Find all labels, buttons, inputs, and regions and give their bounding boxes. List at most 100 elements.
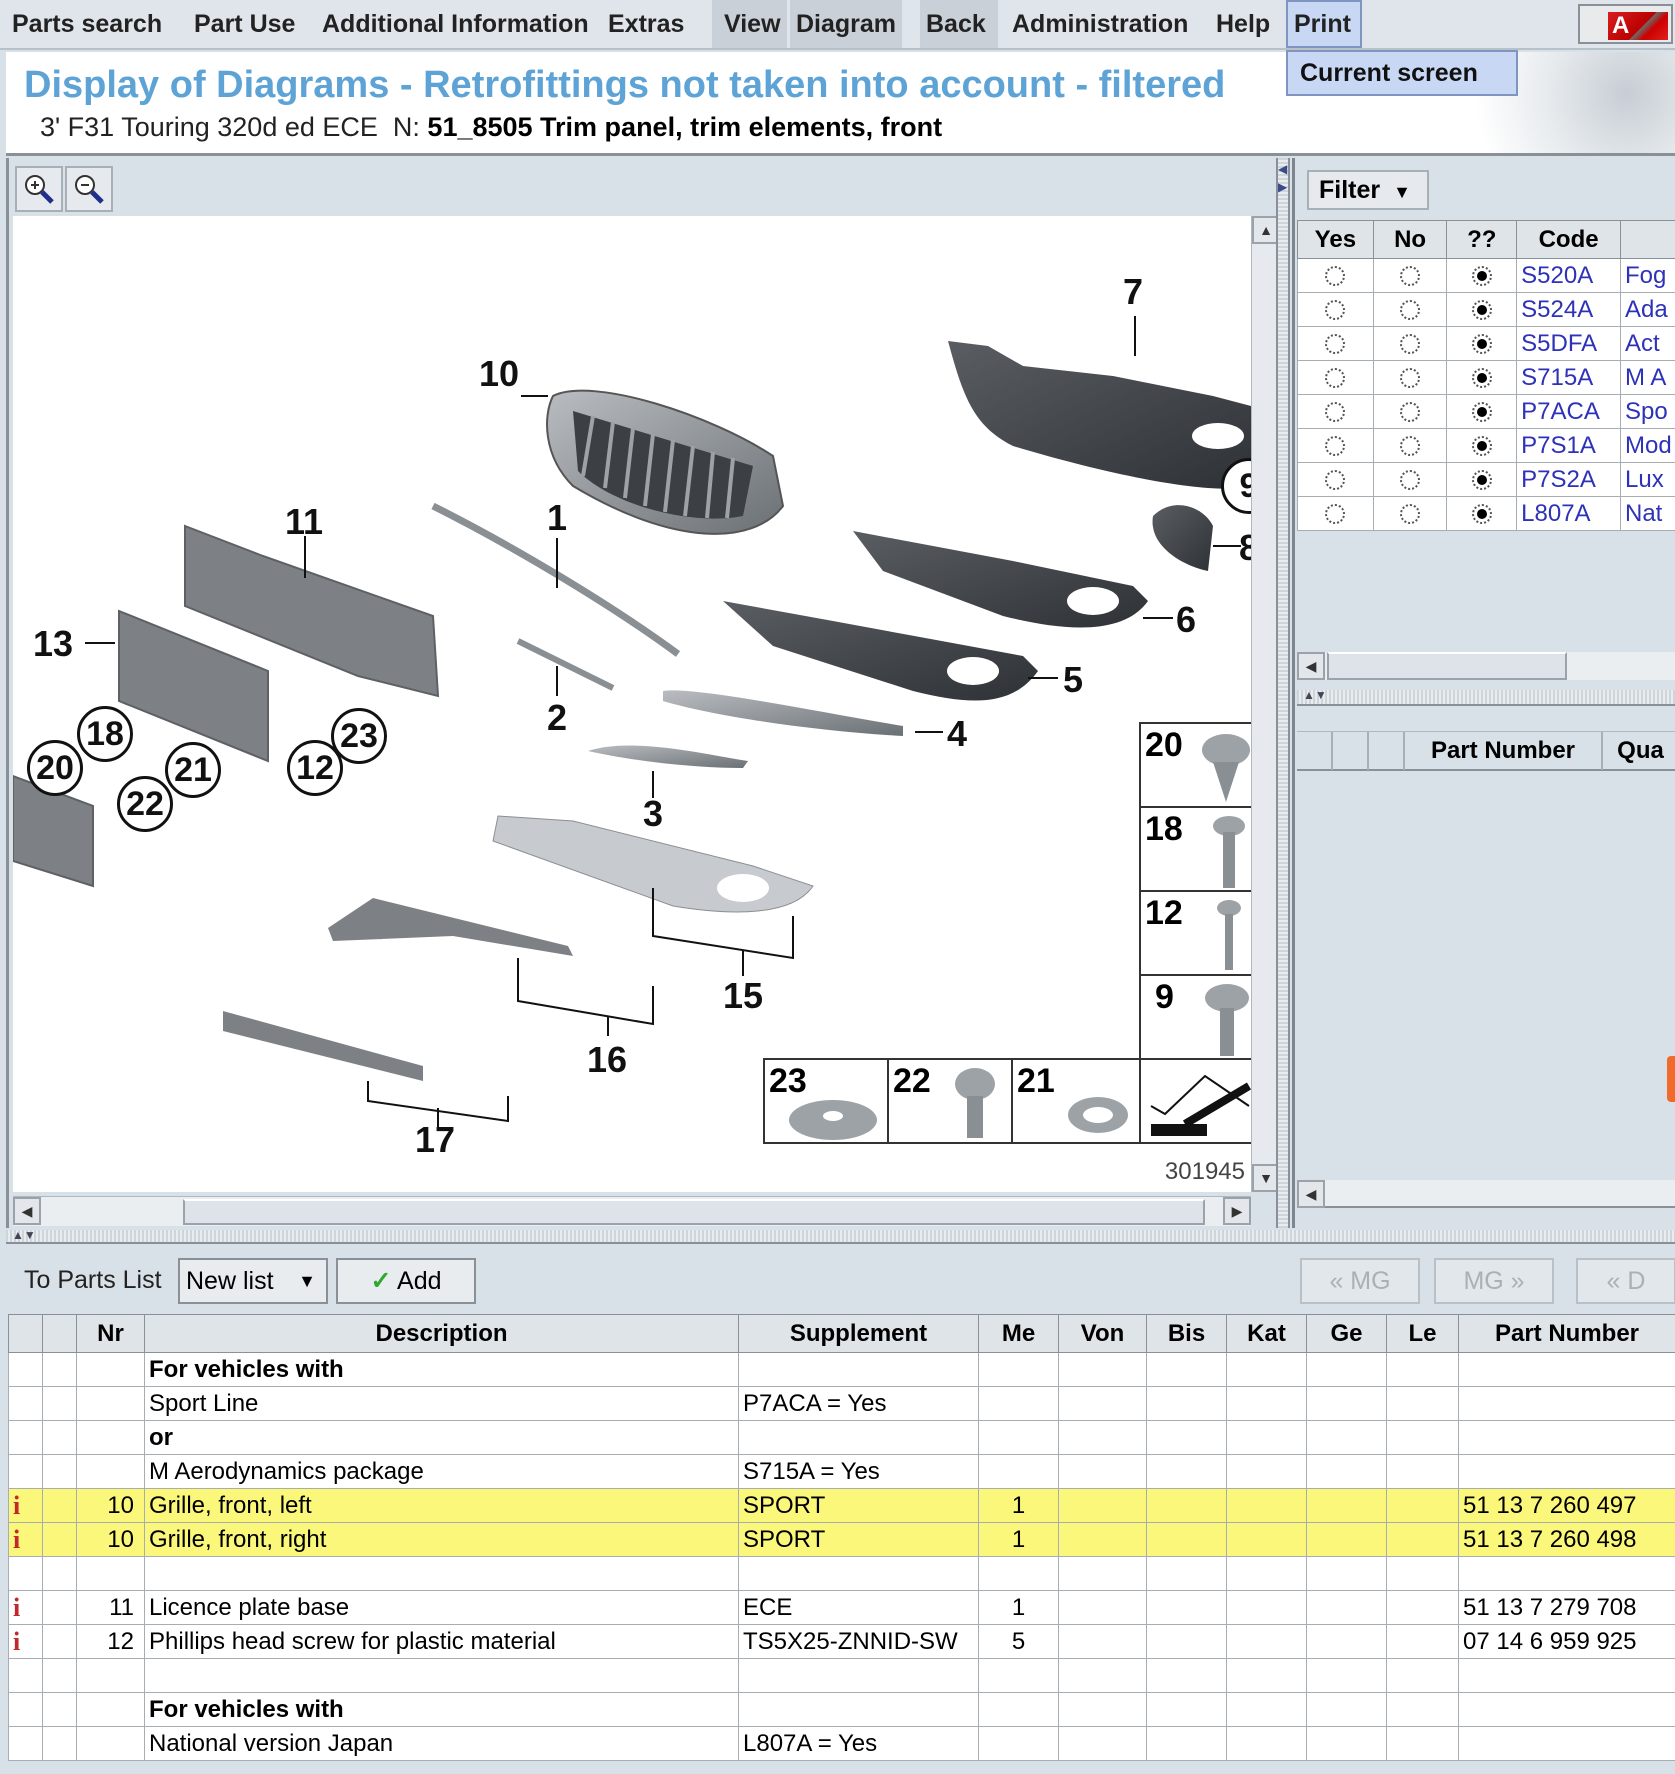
callout-circle-20[interactable]: 20	[27, 740, 83, 796]
fastener-cell-21[interactable]: 21	[1011, 1058, 1141, 1144]
filter-code-link[interactable]: P7S1A	[1516, 428, 1621, 463]
col-kat[interactable]: Kat	[1226, 1314, 1307, 1353]
filter-description-link[interactable]: M A	[1620, 360, 1675, 395]
filter-code-link[interactable]: S5DFA	[1516, 326, 1621, 361]
filter-code-link[interactable]: P7S2A	[1516, 462, 1621, 497]
vertical-splitter[interactable]: ◀ ▶	[1276, 158, 1290, 1228]
callout-16[interactable]: 16	[587, 1042, 627, 1078]
callout-1[interactable]: 1	[547, 500, 567, 536]
filter-description-link[interactable]: Spo	[1620, 394, 1675, 429]
col-description[interactable]	[1620, 220, 1675, 259]
scroll-right-button[interactable]: ▶	[1223, 1197, 1251, 1225]
callout-4[interactable]: 4	[947, 716, 967, 752]
filter-radio-yes[interactable]	[1325, 368, 1346, 389]
filter-radio-no[interactable]	[1400, 300, 1421, 321]
filter-radio-yes[interactable]	[1325, 402, 1346, 423]
menu-extras[interactable]: Extras	[602, 0, 690, 48]
filter-code-link[interactable]: S524A	[1516, 292, 1621, 327]
fastener-cell-20[interactable]: 20	[1139, 722, 1251, 808]
table-row[interactable]	[8, 1658, 1675, 1693]
filter-radio-yes[interactable]	[1325, 470, 1346, 491]
part-5-grille-left[interactable]	[723, 601, 1038, 701]
horizontal-splitter[interactable]: ▲▼	[6, 1228, 1675, 1244]
filter-radio-no[interactable]	[1400, 368, 1421, 389]
callout-circle-22[interactable]: 22	[117, 776, 173, 832]
filter-radio-unknown[interactable]	[1471, 300, 1492, 321]
table-row[interactable]	[8, 1556, 1675, 1591]
filter-radio-no[interactable]	[1400, 402, 1421, 423]
filter-radio-no[interactable]	[1400, 504, 1421, 525]
part-6-grille-right[interactable]	[853, 531, 1148, 628]
filter-radio-unknown[interactable]	[1471, 368, 1492, 389]
scroll-left-button[interactable]: ◀	[1297, 652, 1325, 680]
callout-15[interactable]: 15	[723, 978, 763, 1014]
part-8-cover[interactable]	[1152, 505, 1213, 571]
filter-code-link[interactable]: P7ACA	[1516, 394, 1621, 429]
table-row[interactable]: For vehicles with	[8, 1692, 1675, 1727]
splitter-arrows-icon[interactable]: ▲▼	[1303, 688, 1327, 702]
partlist-horizontal-scrollbar[interactable]: ◀	[1297, 1180, 1675, 1208]
filter-radio-yes[interactable]	[1325, 334, 1346, 355]
callout-2[interactable]: 2	[547, 700, 567, 736]
info-icon[interactable]: i	[13, 1491, 20, 1520]
table-row[interactable]: National version Japan L807A = Yes	[8, 1726, 1675, 1761]
fastener-cell-18[interactable]: 18	[1139, 806, 1251, 892]
collapse-right-icon[interactable]: ▶	[1278, 180, 1287, 194]
menu-view[interactable]: View	[712, 0, 787, 48]
parts-diagram[interactable]: 10 7 1 11 2 3 4 5 6 8 13 15 16 17 18 20 …	[13, 216, 1251, 1192]
next-main-group-button[interactable]: MG »	[1434, 1258, 1554, 1304]
table-row[interactable]: i 10 Grille, front, right SPORT 1 51 13 7 260…	[8, 1522, 1675, 1557]
callout-8[interactable]: 8	[1239, 530, 1251, 566]
table-row[interactable]: i 12 Phillips head screw for plastic mater…	[8, 1624, 1675, 1659]
filter-description-link[interactable]: Fog	[1620, 258, 1675, 293]
previous-main-group-button[interactable]: « MG	[1300, 1258, 1420, 1304]
table-row[interactable]: i 10 Grille, front, left SPORT 1 51 13 7 260 …	[8, 1488, 1675, 1523]
col-me[interactable]: Me	[978, 1314, 1059, 1353]
col-nr[interactable]: Nr	[76, 1314, 145, 1353]
filter-radio-no[interactable]	[1400, 266, 1421, 287]
scroll-thumb[interactable]	[183, 1199, 1205, 1225]
part-13-plate[interactable]	[118, 609, 269, 763]
table-row[interactable]: M Aerodynamics package S715A = Yes	[8, 1454, 1675, 1489]
partlist-col-part-number[interactable]: Part Number	[1405, 732, 1603, 770]
filter-radio-no[interactable]	[1400, 470, 1421, 491]
filter-radio-unknown[interactable]	[1471, 436, 1492, 457]
part-10-grille[interactable]	[546, 389, 785, 535]
callout-13[interactable]: 13	[33, 626, 73, 662]
filter-button[interactable]: Filter ▼	[1307, 170, 1429, 210]
table-row[interactable]: i 11 Licence plate base ECE 1 51 13 7 279 708	[8, 1590, 1675, 1625]
partlist-col-3[interactable]	[1369, 732, 1405, 770]
callout-circle-18[interactable]: 18	[77, 706, 133, 762]
callout-17[interactable]: 17	[415, 1122, 455, 1158]
menu-additional-information[interactable]: Additional Information	[316, 0, 595, 48]
collapse-left-icon[interactable]: ◀	[1278, 162, 1287, 176]
filter-radio-unknown[interactable]	[1471, 504, 1492, 525]
filter-radio-no[interactable]	[1400, 334, 1421, 355]
menu-part-use[interactable]: Part Use	[188, 0, 301, 48]
previous-diagram-button[interactable]: « D	[1576, 1258, 1675, 1304]
callout-10[interactable]: 10	[479, 356, 519, 392]
scroll-thumb[interactable]	[1327, 652, 1567, 680]
add-button[interactable]: ✓ Add	[336, 1258, 476, 1304]
col-supplement[interactable]: Supplement	[738, 1314, 979, 1353]
filter-code-link[interactable]: S520A	[1516, 258, 1621, 293]
partlist-col-1[interactable]	[1297, 732, 1333, 770]
parts-list-select[interactable]: New list ▼	[178, 1258, 328, 1304]
menu-administration[interactable]: Administration	[1006, 0, 1194, 48]
fastener-cell-23[interactable]: 23	[763, 1058, 889, 1144]
filter-radio-yes[interactable]	[1325, 436, 1346, 457]
filter-radio-yes[interactable]	[1325, 504, 1346, 525]
col-von[interactable]: Von	[1058, 1314, 1147, 1353]
filter-description-link[interactable]: Lux	[1620, 462, 1675, 497]
col-part-number[interactable]: Part Number	[1458, 1314, 1675, 1353]
col-yes[interactable]: Yes	[1297, 220, 1374, 259]
col-no[interactable]: No	[1372, 220, 1448, 259]
menu-help[interactable]: Help	[1210, 0, 1276, 48]
menu-back[interactable]: Back	[920, 0, 998, 48]
part-3-trim[interactable]	[588, 745, 748, 768]
diagram-horizontal-scrollbar[interactable]: ◀ ▶	[13, 1196, 1251, 1226]
filter-horizontal-scrollbar[interactable]: ◀	[1297, 652, 1675, 680]
part-16-trim-set[interactable]	[328, 898, 573, 956]
col-ge[interactable]: Ge	[1306, 1314, 1387, 1353]
menu-diagram[interactable]: Diagram	[790, 0, 903, 48]
